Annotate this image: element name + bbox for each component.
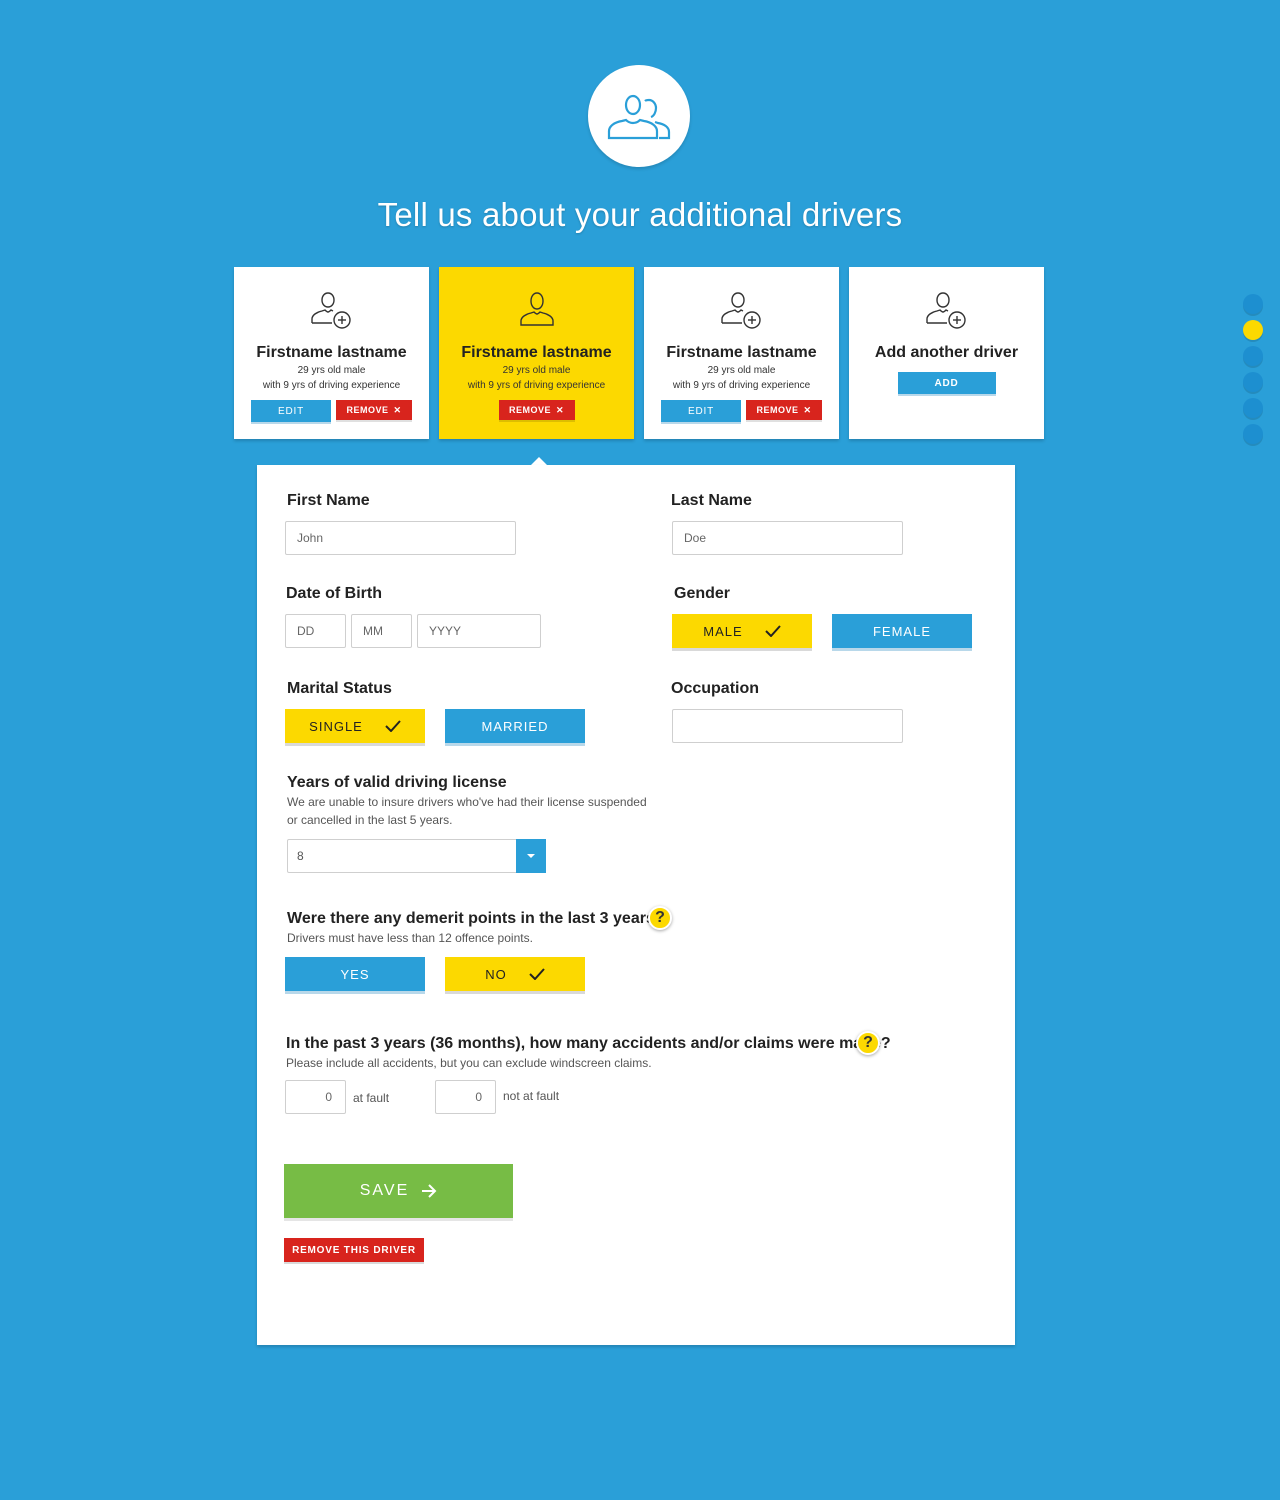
arrow-right-icon (422, 1184, 437, 1198)
demerit-no-button[interactable]: NO (445, 957, 585, 991)
last-name-input[interactable]: Doe (672, 521, 903, 555)
no-label: NO (485, 966, 507, 982)
add-user-icon (849, 289, 1044, 331)
driver-age: 29 yrs old male (502, 365, 571, 376)
edit-button[interactable]: EDIT (661, 400, 741, 422)
checkmark-icon (764, 625, 781, 637)
pager-dot[interactable] (1243, 424, 1263, 444)
step-pager (1243, 294, 1263, 444)
chevron-down-icon[interactable] (516, 839, 546, 873)
driver-name: Firstname lastname (461, 344, 612, 361)
driver-name: Firstname lastname (666, 344, 817, 361)
remove-button[interactable]: REMOVE ✕ (746, 400, 822, 420)
demerit-help: Drivers must have less than 12 offence p… (287, 931, 533, 945)
drivers-hero-icon (588, 65, 690, 167)
occupation-input[interactable] (672, 709, 903, 743)
marital-single-button[interactable]: SINGLE (285, 709, 425, 743)
close-icon: ✕ (803, 404, 812, 415)
license-label: Years of valid driving license (287, 774, 507, 791)
pager-dot[interactable] (1243, 346, 1263, 366)
driver-age: 29 yrs old male (297, 365, 366, 376)
accidents-label: In the past 3 years (36 months), how man… (286, 1035, 891, 1052)
pager-dot[interactable] (1243, 294, 1263, 314)
marital-married-button[interactable]: MARRIED (445, 709, 585, 743)
driver-card[interactable]: Firstname lastname 29 yrs old male with … (234, 267, 429, 439)
demerit-label: Were there any demerit points in the las… (287, 910, 665, 927)
not-at-fault-input[interactable]: 0 (435, 1080, 496, 1114)
occupation-label: Occupation (671, 680, 760, 697)
panel-pointer (531, 457, 547, 465)
user-icon (439, 289, 634, 331)
at-fault-input[interactable]: 0 (285, 1080, 346, 1114)
remove-label: REMOVE (756, 405, 799, 415)
driver-age: 29 yrs old male (707, 365, 776, 376)
gender-female-button[interactable]: FEMALE (832, 614, 972, 648)
add-driver-card[interactable]: Add another driver ADD (849, 267, 1044, 439)
remove-button[interactable]: REMOVE ✕ (498, 400, 575, 420)
driver-experience: with 9 yrs of driving experience (262, 380, 401, 391)
first-name-input[interactable]: John (285, 521, 516, 555)
driver-experience: with 9 yrs of driving experience (672, 380, 811, 391)
accidents-help: Please include all accidents, but you ca… (286, 1056, 652, 1070)
help-question-icon[interactable]: ? (856, 1031, 880, 1055)
two-people-icon (607, 94, 671, 140)
gender-label: Gender (674, 585, 731, 602)
help-question-icon[interactable]: ? (648, 906, 672, 930)
demerit-yes-button[interactable]: YES (285, 957, 425, 991)
driver-name: Firstname lastname (256, 344, 407, 361)
edit-button[interactable]: EDIT (251, 400, 331, 422)
dob-day-input[interactable]: DD (285, 614, 346, 648)
pager-dot-active[interactable] (1243, 320, 1263, 340)
license-help-line1: We are unable to insure drivers who've h… (287, 795, 647, 809)
add-driver-button[interactable]: ADD (897, 372, 996, 394)
remove-driver-button[interactable]: REMOVE THIS DRIVER (284, 1238, 424, 1262)
driver-cards: Firstname lastname 29 yrs old male with … (234, 267, 1044, 439)
pager-dot[interactable] (1243, 372, 1263, 392)
checkmark-icon (385, 720, 401, 732)
remove-button[interactable]: REMOVE ✕ (336, 400, 412, 420)
add-driver-title: Add another driver (874, 344, 1019, 361)
close-icon: ✕ (555, 404, 565, 415)
not-at-fault-label: not at fault (503, 1089, 560, 1103)
driver-experience: with 9 yrs of driving experience (467, 380, 606, 391)
close-icon: ✕ (393, 404, 402, 415)
single-label: SINGLE (309, 718, 363, 734)
remove-label: REMOVE (508, 405, 551, 415)
remove-label: REMOVE (346, 405, 389, 415)
driver-card[interactable]: Firstname lastname 29 yrs old male with … (644, 267, 839, 439)
dob-year-input[interactable]: YYYY (417, 614, 541, 648)
checkmark-icon (529, 968, 545, 980)
dob-label: Date of Birth (286, 585, 382, 602)
page-title: Tell us about your additional drivers (377, 196, 903, 233)
add-user-icon (644, 289, 839, 331)
pager-dot[interactable] (1243, 398, 1263, 418)
first-name-label: First Name (287, 492, 370, 509)
gender-male-button[interactable]: MALE (672, 614, 812, 648)
dob-month-input[interactable]: MM (351, 614, 412, 648)
license-help-line2: or cancelled in the last 5 years. (287, 813, 453, 827)
save-button[interactable]: SAVE (284, 1164, 513, 1218)
at-fault-label: at fault (353, 1091, 390, 1105)
marital-status-label: Marital Status (287, 680, 392, 697)
male-label: MALE (703, 623, 743, 639)
license-years-select[interactable]: 8 (287, 839, 546, 873)
add-user-icon (234, 289, 429, 331)
save-label: SAVE (359, 1182, 410, 1199)
last-name-label: Last Name (671, 492, 752, 509)
driver-card-selected[interactable]: Firstname lastname 29 yrs old male with … (439, 267, 634, 439)
license-years-value: 8 (297, 849, 304, 863)
